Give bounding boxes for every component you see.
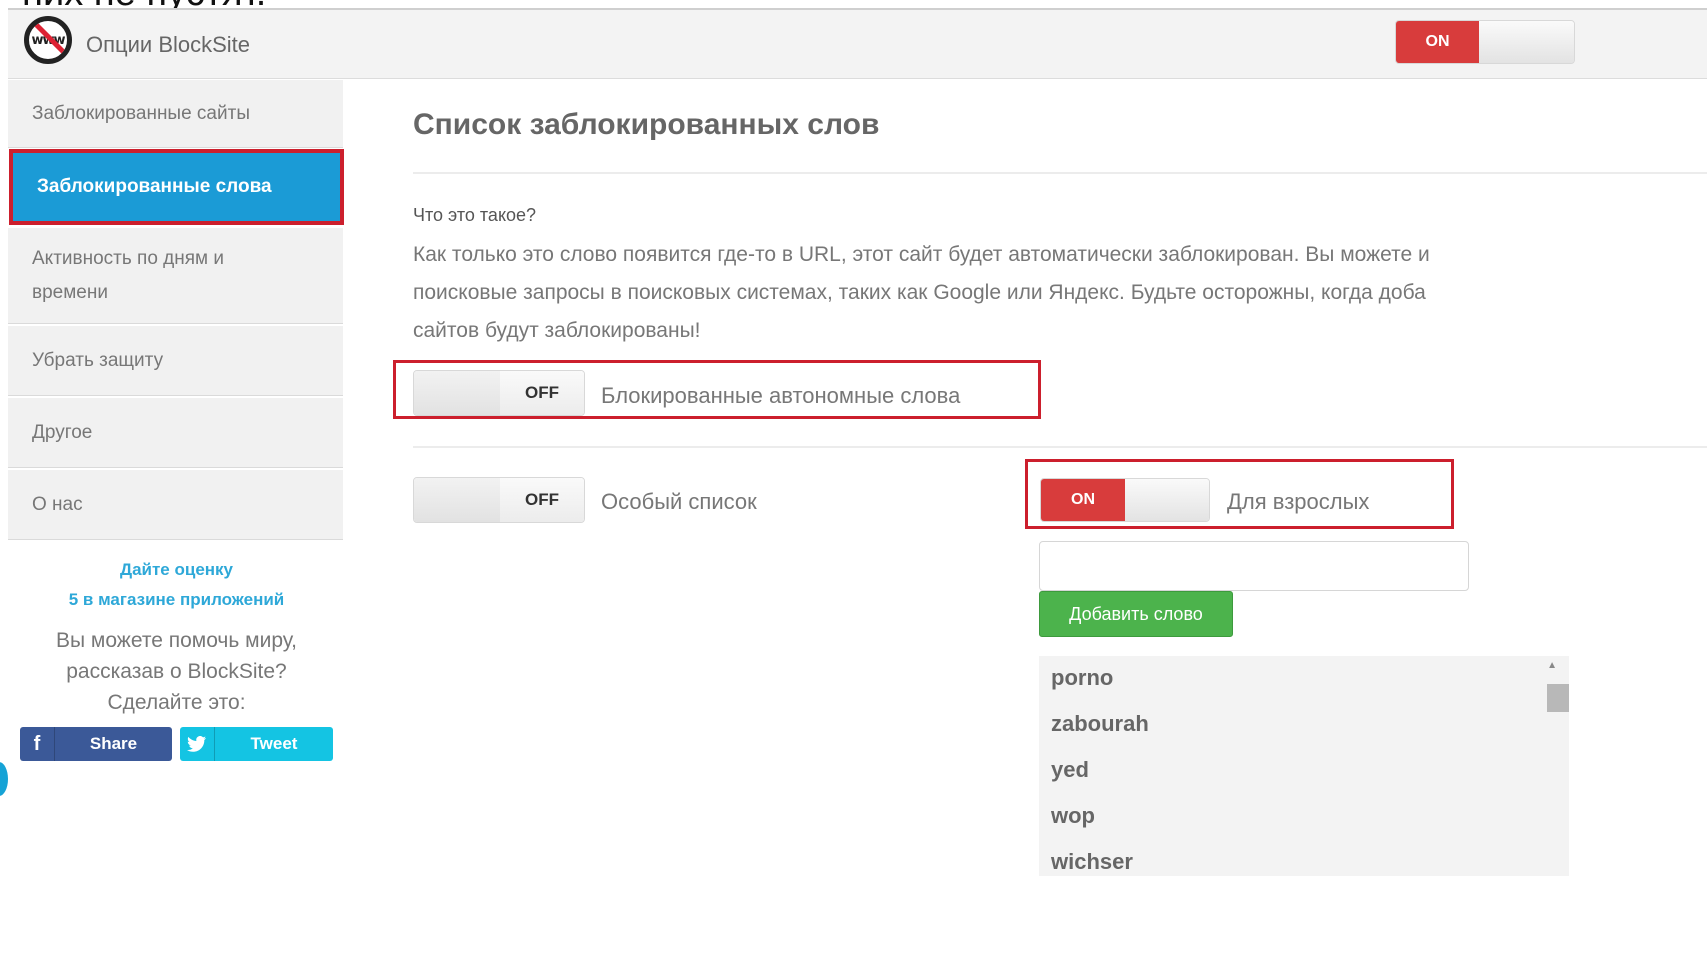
tweet-label: Tweet bbox=[250, 734, 298, 753]
help-line-3: Сделайте это: bbox=[107, 691, 246, 714]
slide-bullet-dot bbox=[0, 762, 8, 796]
scroll-up-arrow-icon[interactable]: ▲ bbox=[1547, 660, 1557, 671]
section-question: Что это такое? bbox=[413, 205, 537, 225]
master-toggle-state: ON bbox=[1396, 21, 1479, 63]
sidebar-item-blocked-sites[interactable]: Заблокированные сайты bbox=[8, 80, 343, 148]
word-input[interactable] bbox=[1039, 541, 1469, 591]
share-label: Share bbox=[89, 734, 138, 753]
standalone-words-label: Блокированные автономные слова bbox=[601, 383, 961, 408]
twitter-tweet-button[interactable]: Tweet bbox=[180, 727, 333, 761]
list-item[interactable]: porno bbox=[1039, 656, 1569, 702]
word-list[interactable]: porno zabourah yed wop wichser ▲ bbox=[1039, 656, 1569, 876]
sidebar-item-label: Заблокированные сайты bbox=[32, 102, 250, 124]
scrollbar-thumb[interactable] bbox=[1547, 684, 1569, 712]
list-item[interactable]: yed bbox=[1039, 748, 1569, 794]
description-line-1: Как только это слово появится где-то в U… bbox=[413, 243, 1430, 266]
toggle-state: OFF bbox=[500, 478, 584, 522]
sidebar-item-about[interactable]: О нас bbox=[8, 470, 343, 540]
add-word-button[interactable]: Добавить слово bbox=[1039, 591, 1233, 637]
sidebar-item-label: Убрать защиту bbox=[32, 349, 164, 371]
sidebar-item-label: Другое bbox=[32, 421, 93, 443]
facebook-share-button[interactable]: f Share bbox=[20, 727, 172, 761]
sidebar-item-remove-protection[interactable]: Убрать защиту bbox=[8, 326, 343, 396]
sidebar-item-label: Заблокированные слова bbox=[37, 176, 272, 197]
sidebar-item-activity-schedule[interactable]: Активность по дням и времени bbox=[8, 228, 343, 324]
adult-label: Для взрослых bbox=[1227, 489, 1370, 514]
facebook-icon: f bbox=[20, 727, 55, 761]
description-line-2: поисковые запросы в поисковых системах, … bbox=[413, 281, 1426, 304]
master-toggle-knob bbox=[1479, 21, 1574, 63]
special-list-label: Особый список bbox=[601, 489, 757, 514]
toggle-knob bbox=[414, 371, 500, 415]
page-title: Список заблокированных слов bbox=[413, 108, 880, 141]
master-toggle-switch[interactable]: ON bbox=[1395, 20, 1575, 64]
description-text: Как только это слово появится где-то в U… bbox=[413, 236, 1707, 350]
adult-toggle[interactable]: ON bbox=[1040, 478, 1210, 522]
toggle-state: ON bbox=[1041, 479, 1125, 521]
sidebar-item-blocked-words[interactable]: Заблокированные слова bbox=[10, 150, 343, 224]
toggle-knob bbox=[414, 478, 500, 522]
help-line-2: рассказав о BlockSite? bbox=[66, 660, 287, 683]
standalone-words-toggle[interactable]: OFF bbox=[413, 370, 585, 416]
sidebar-item-label: Активность по дням и времени bbox=[32, 247, 225, 303]
help-text: Вы можете помочь миру, рассказав о Block… bbox=[8, 625, 345, 718]
rate-line-2: 5 в магазине приложений bbox=[68, 590, 285, 609]
title-divider bbox=[413, 172, 1707, 174]
sidebar-item-other[interactable]: Другое bbox=[8, 398, 343, 468]
special-list-toggle[interactable]: OFF bbox=[413, 477, 585, 523]
blocksite-logo-icon: www bbox=[24, 16, 72, 64]
list-item[interactable]: wichser bbox=[1039, 840, 1569, 876]
toggle-knob bbox=[1125, 479, 1209, 521]
rate-app-link[interactable]: Дайте оценку 5 в магазине приложений bbox=[8, 555, 345, 615]
toggle-state: OFF bbox=[500, 371, 584, 415]
app-title: Опции BlockSite bbox=[86, 32, 251, 57]
list-item[interactable]: zabourah bbox=[1039, 702, 1569, 748]
section-divider bbox=[413, 446, 1707, 448]
twitter-bird-icon bbox=[180, 727, 215, 761]
help-line-1: Вы можете помочь миру, bbox=[55, 629, 297, 652]
sidebar-item-label: О нас bbox=[32, 493, 83, 515]
list-item[interactable]: wop bbox=[1039, 794, 1569, 840]
rate-line-1: Дайте оценку bbox=[119, 560, 234, 579]
description-line-3: сайтов будут заблокированы! bbox=[413, 319, 701, 342]
